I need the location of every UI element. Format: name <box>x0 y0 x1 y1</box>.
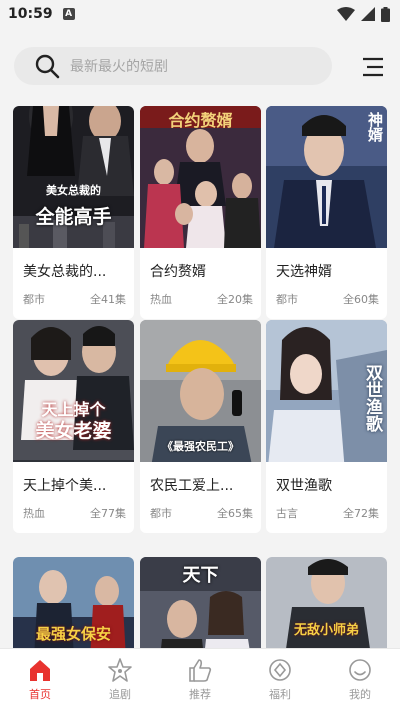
drama-genre: 热血 <box>23 507 45 520</box>
drama-grid: 美女总裁的 全能高手 美女总裁的... 都市 全41集 合约赘婿 合约赘婿 热血… <box>0 106 400 648</box>
tab-label: 追剧 <box>109 688 131 701</box>
drama-episodes: 全60集 <box>343 293 379 306</box>
drama-episodes: 全77集 <box>90 507 126 520</box>
drama-episodes: 全72集 <box>343 507 379 520</box>
wifi-icon <box>337 7 355 21</box>
home-icon <box>30 660 50 681</box>
drama-title: 美女总裁的... <box>23 264 107 280</box>
tab-follow[interactable]: 追剧 <box>80 649 160 712</box>
drama-episodes: 全65集 <box>217 507 253 520</box>
cover-title: 全能高手 <box>35 206 112 228</box>
drama-title: 农民工爱上... <box>150 478 234 494</box>
search-input[interactable]: 最新最火的短剧 <box>14 47 332 85</box>
cover-title: 神婿 <box>366 112 384 142</box>
status-bar: 10:59 A <box>0 0 400 28</box>
bottom-tab-bar: 首页 追剧 推荐 福利 我的 <box>0 648 400 712</box>
cover-title: 《最强农民工》 <box>162 440 239 453</box>
drama-card[interactable]: 天下 <box>140 557 261 648</box>
search-row: 最新最火的短剧 <box>0 40 400 92</box>
drama-cover: 天上掉个 美女老婆 <box>13 320 134 462</box>
drama-genre: 都市 <box>276 293 298 306</box>
cover-title: 无敌小师弟 <box>293 623 359 638</box>
tab-label: 推荐 <box>189 688 211 701</box>
tab-label: 福利 <box>269 688 291 701</box>
drama-genre: 都市 <box>150 507 172 520</box>
battery-icon <box>381 6 390 22</box>
drama-card[interactable]: 美女总裁的 全能高手 美女总裁的... 都市 全41集 <box>13 106 134 319</box>
cover-title: 双世渔歌 <box>362 364 382 432</box>
cover-title: 合约赘婿 <box>168 111 233 130</box>
cover-title: 最强女保安 <box>35 625 111 643</box>
drama-cover: 无敌小师弟 <box>266 557 387 648</box>
drama-cover: 《最强农民工》 <box>140 320 261 462</box>
search-icon <box>35 54 60 79</box>
drama-title: 天选神婿 <box>276 264 332 280</box>
drama-card[interactable]: 无敌小师弟 <box>266 557 387 648</box>
tab-recommend[interactable]: 推荐 <box>160 649 240 712</box>
cover-subtitle: 美女总裁的 <box>46 184 101 197</box>
drama-title: 双世渔歌 <box>276 478 332 494</box>
drama-cover: 双世渔歌 <box>266 320 387 462</box>
drama-cover: 神婿 <box>266 106 387 248</box>
tab-mine[interactable]: 我的 <box>320 649 400 712</box>
status-time: 10:59 <box>8 6 53 22</box>
drama-cover: 最强女保安 <box>13 557 134 648</box>
search-placeholder: 最新最火的短剧 <box>70 59 168 75</box>
drama-card[interactable]: 天上掉个 美女老婆 天上掉个美... 热血 全77集 <box>13 320 134 533</box>
drama-cover: 合约赘婿 <box>140 106 261 248</box>
drama-card[interactable]: 最强女保安 <box>13 557 134 648</box>
signal-icon <box>361 7 375 21</box>
drama-episodes: 全20集 <box>217 293 253 306</box>
drama-card[interactable]: 《最强农民工》 农民工爱上... 都市 全65集 <box>140 320 261 533</box>
drama-card[interactable]: 双世渔歌 双世渔歌 古言 全72集 <box>266 320 387 533</box>
drama-cover: 天下 <box>140 557 261 648</box>
tab-label: 我的 <box>349 688 371 701</box>
tab-welfare[interactable]: 福利 <box>240 649 320 712</box>
menu-icon[interactable] <box>360 56 386 78</box>
tab-home[interactable]: 首页 <box>0 649 80 712</box>
notification-icon: A <box>62 8 75 20</box>
cover-title: 美女老婆 <box>35 420 112 442</box>
cover-title: 天下 <box>182 565 219 586</box>
star-icon <box>108 658 132 682</box>
drama-title: 合约赘婿 <box>150 264 206 280</box>
gift-icon <box>269 659 291 681</box>
drama-genre: 古言 <box>276 507 298 520</box>
drama-genre: 热血 <box>150 293 172 306</box>
drama-cover: 美女总裁的 全能高手 <box>13 106 134 248</box>
drama-card[interactable]: 合约赘婿 合约赘婿 热血 全20集 <box>140 106 261 319</box>
thumbs-up-icon <box>189 659 212 682</box>
drama-card[interactable]: 神婿 天选神婿 都市 全60集 <box>266 106 387 319</box>
drama-genre: 都市 <box>23 293 45 306</box>
drama-episodes: 全41集 <box>90 293 126 306</box>
tab-label: 首页 <box>29 688 51 701</box>
drama-title: 天上掉个美... <box>23 478 107 494</box>
smile-icon <box>349 659 371 681</box>
